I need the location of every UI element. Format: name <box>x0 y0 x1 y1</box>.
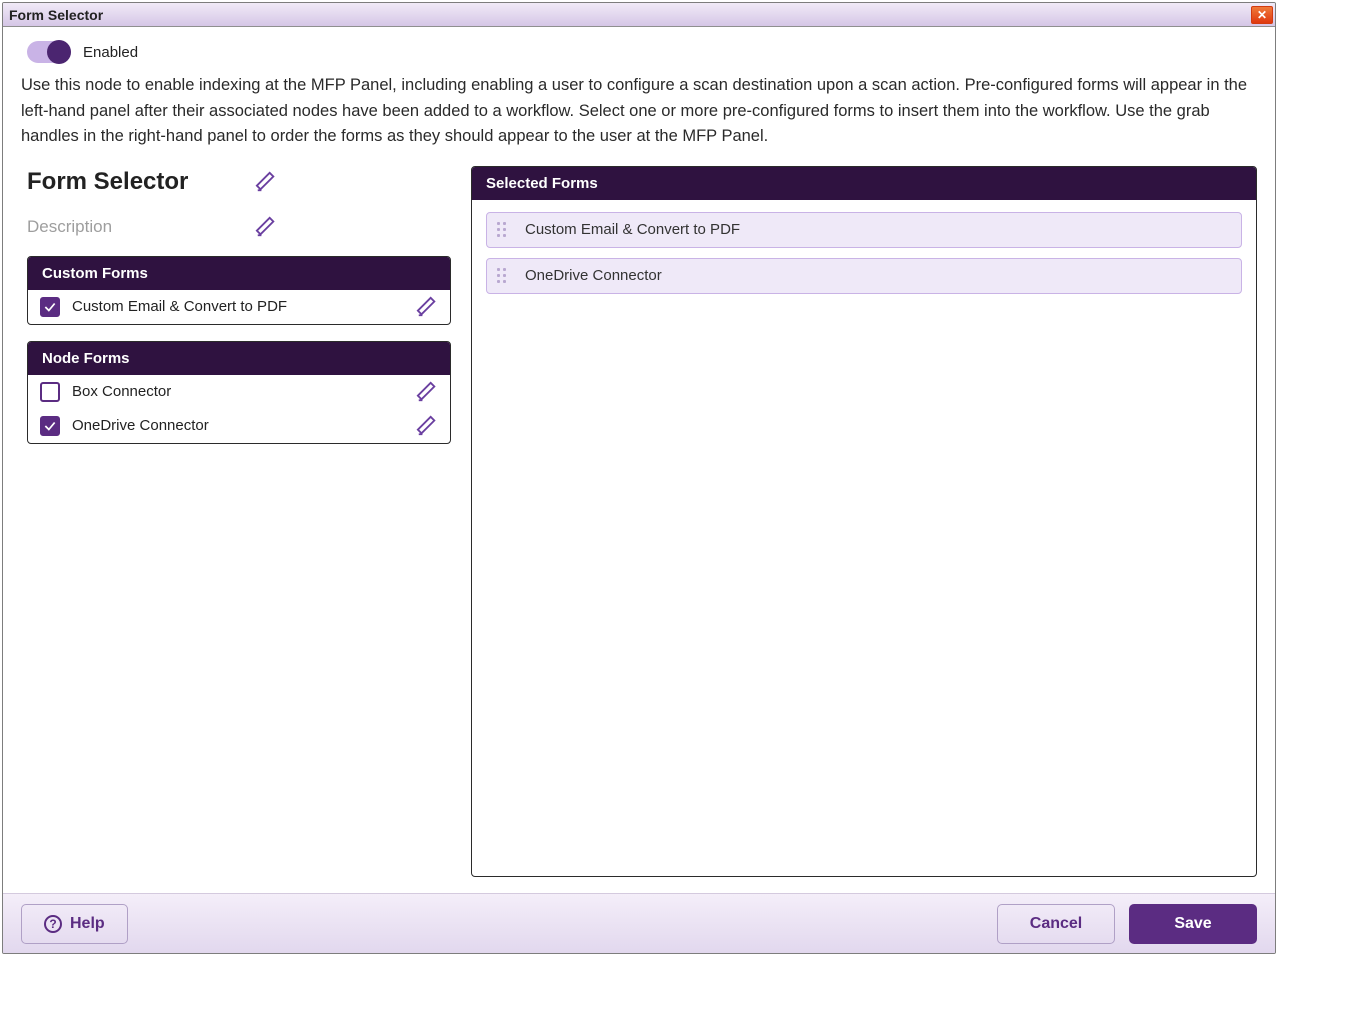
form-selector-dialog: Form Selector ✕ Enabled Use this node to… <box>2 2 1276 954</box>
custom-forms-panel: Custom Forms Custom Email & Convert to P… <box>27 256 451 325</box>
panel-header: Node Forms <box>28 342 450 375</box>
pencil-icon[interactable] <box>255 171 277 193</box>
selected-form-item[interactable]: OneDrive Connector <box>486 258 1242 294</box>
list-item-label: OneDrive Connector <box>72 417 404 434</box>
enabled-toggle[interactable] <box>27 41 71 63</box>
pencil-icon[interactable] <box>416 296 438 318</box>
help-button-label: Help <box>70 915 105 933</box>
description-field[interactable]: Description <box>27 217 237 237</box>
save-button-label: Save <box>1174 915 1211 933</box>
list-item: Custom Email & Convert to PDF <box>28 290 450 324</box>
selected-form-item[interactable]: Custom Email & Convert to PDF <box>486 212 1242 248</box>
checkbox[interactable] <box>40 382 60 402</box>
drag-handle-icon[interactable] <box>497 221 511 239</box>
node-forms-panel: Node Forms Box Connector OneDrive Connect… <box>27 341 451 444</box>
drag-handle-icon[interactable] <box>497 267 511 285</box>
enabled-label: Enabled <box>83 44 138 61</box>
help-icon: ? <box>44 915 62 933</box>
pencil-icon[interactable] <box>416 415 438 437</box>
cancel-button[interactable]: Cancel <box>997 904 1115 944</box>
list-item-label: Box Connector <box>72 383 404 400</box>
panel-header: Selected Forms <box>472 167 1256 200</box>
titlebar: Form Selector ✕ <box>3 3 1275 27</box>
checkbox[interactable] <box>40 416 60 436</box>
close-icon[interactable]: ✕ <box>1251 6 1273 24</box>
cancel-button-label: Cancel <box>1030 915 1082 933</box>
pencil-icon[interactable] <box>255 216 277 238</box>
checkbox[interactable] <box>40 297 60 317</box>
save-button[interactable]: Save <box>1129 904 1257 944</box>
list-item: OneDrive Connector <box>28 409 450 443</box>
dialog-footer: ? Help Cancel Save <box>3 893 1275 953</box>
selected-form-label: Custom Email & Convert to PDF <box>525 221 740 238</box>
name-field[interactable]: Form Selector <box>27 168 237 196</box>
selected-form-label: OneDrive Connector <box>525 267 662 284</box>
list-item-label: Custom Email & Convert to PDF <box>72 298 404 315</box>
help-button[interactable]: ? Help <box>21 904 128 944</box>
selected-forms-panel: Selected Forms Custom Email & Convert to… <box>471 166 1257 877</box>
node-description-text: Use this node to enable indexing at the … <box>21 73 1257 160</box>
window-title: Form Selector <box>9 7 103 23</box>
pencil-icon[interactable] <box>416 381 438 403</box>
list-item: Box Connector <box>28 375 450 409</box>
panel-header: Custom Forms <box>28 257 450 290</box>
